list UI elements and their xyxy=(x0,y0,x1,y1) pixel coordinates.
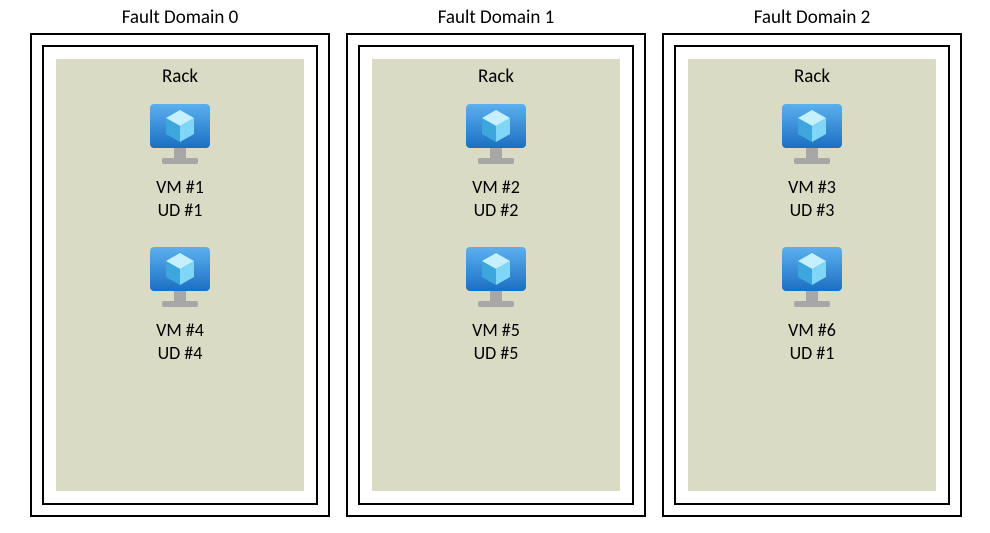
fault-domain-1-rack-label: Rack xyxy=(478,59,514,102)
vm-2-label: VM #2 xyxy=(472,176,520,199)
vm-4-ud-label: UD #4 xyxy=(158,342,203,365)
fault-domain-2-rack-label: Rack xyxy=(794,59,830,102)
vm-monitor-icon xyxy=(148,245,212,313)
vm-1-block: VM #1 UD #1 xyxy=(148,102,212,221)
vm-1-label: VM #1 xyxy=(156,176,204,199)
fault-domain-2-inner-frame: Rack xyxy=(674,45,950,505)
fault-domain-0-inner-frame: Rack xyxy=(42,45,318,505)
fault-domain-2-rack: Rack xyxy=(688,59,936,491)
fault-domain-2-outer-frame: Rack xyxy=(662,33,962,517)
vm-monitor-icon xyxy=(464,102,528,170)
diagram-stage: Fault Domain 0 Rack xyxy=(0,0,990,533)
fault-domain-0-title: Fault Domain 0 xyxy=(30,0,330,33)
vm-4-block: VM #4 UD #4 xyxy=(148,245,212,364)
vm-5-label: VM #5 xyxy=(472,319,520,342)
vm-5-ud-label: UD #5 xyxy=(474,342,519,365)
fault-domain-2-title: Fault Domain 2 xyxy=(662,0,962,33)
vm-monitor-icon xyxy=(780,102,844,170)
vm-6-label: VM #6 xyxy=(788,319,836,342)
vm-4-label: VM #4 xyxy=(156,319,204,342)
fault-domain-0: Fault Domain 0 Rack xyxy=(30,0,330,517)
fault-domain-1-rack: Rack xyxy=(372,59,620,491)
vm-1-ud-label: UD #1 xyxy=(158,199,203,222)
vm-monitor-icon xyxy=(780,245,844,313)
vm-monitor-icon xyxy=(464,245,528,313)
fault-domain-0-outer-frame: Rack xyxy=(30,33,330,517)
vm-5-block: VM #5 UD #5 xyxy=(464,245,528,364)
fault-domain-1-outer-frame: Rack xyxy=(346,33,646,517)
vm-6-block: VM #6 UD #1 xyxy=(780,245,844,364)
fault-domain-1-title: Fault Domain 1 xyxy=(346,0,646,33)
fault-domain-1: Fault Domain 1 Rack xyxy=(346,0,646,517)
fault-domain-2: Fault Domain 2 Rack xyxy=(662,0,962,517)
vm-3-label: VM #3 xyxy=(788,176,836,199)
vm-6-ud-label: UD #1 xyxy=(790,342,835,365)
vm-2-ud-label: UD #2 xyxy=(474,199,519,222)
vm-3-block: VM #3 UD #3 xyxy=(780,102,844,221)
fault-domain-1-inner-frame: Rack xyxy=(358,45,634,505)
fault-domain-0-rack: Rack xyxy=(56,59,304,491)
vm-monitor-icon xyxy=(148,102,212,170)
fault-domain-0-rack-label: Rack xyxy=(162,59,198,102)
vm-3-ud-label: UD #3 xyxy=(790,199,835,222)
vm-2-block: VM #2 UD #2 xyxy=(464,102,528,221)
